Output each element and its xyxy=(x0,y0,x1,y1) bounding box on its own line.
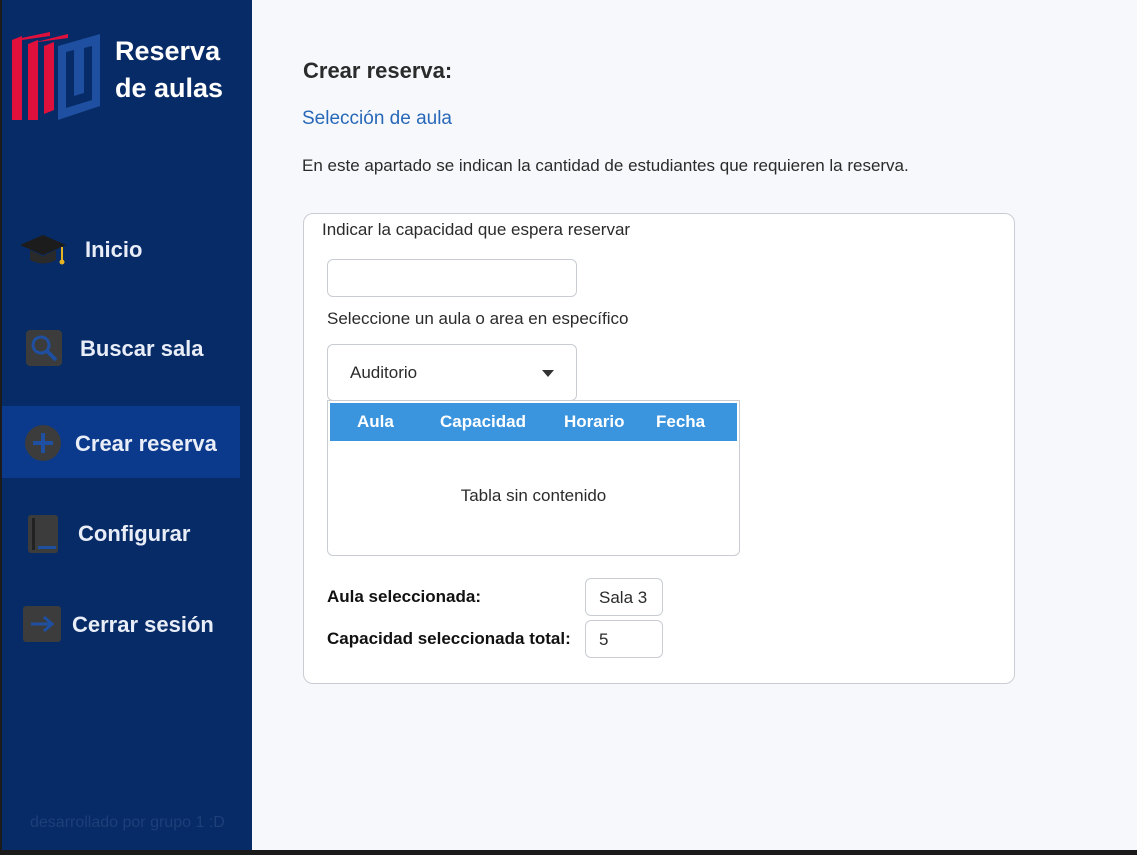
sidebar-item-label: Configurar xyxy=(78,521,191,546)
selected-room-value: Sala 3 xyxy=(585,578,663,616)
table-header: Aula Capacidad Horario Fecha xyxy=(330,403,737,441)
app-title-line-1: Reserva xyxy=(115,36,221,66)
sidebar-item-configurar[interactable]: Configurar xyxy=(2,496,240,568)
page-description: En este apartado se indican la cantidad … xyxy=(302,156,909,175)
selected-room-label: Aula seleccionada: xyxy=(327,587,482,606)
column-header-capacidad[interactable]: Capacidad xyxy=(440,412,526,432)
column-header-horario[interactable]: Horario xyxy=(564,412,624,432)
app-title: Reserva de aulas xyxy=(115,33,223,107)
page-title: Crear reserva: xyxy=(303,58,453,83)
book-icon xyxy=(28,515,58,553)
footer-credit: desarrollado por grupo 1 :D xyxy=(30,814,225,831)
room-select-value: Auditorio xyxy=(350,363,418,382)
app-logo xyxy=(12,32,100,120)
chevron-down-icon xyxy=(542,370,554,377)
sidebar-item-label: Cerrar sesión xyxy=(72,612,214,637)
plus-circle-icon xyxy=(25,425,61,461)
room-select-label: Seleccione un aula o area en específico xyxy=(327,309,629,328)
capacity-input[interactable] xyxy=(327,259,577,297)
section-link-seleccion-aula[interactable]: Selección de aula xyxy=(302,108,452,130)
sidebar-item-label: Buscar sala xyxy=(80,336,204,361)
sidebar-item-label: Inicio xyxy=(85,237,143,262)
logout-arrow-icon xyxy=(23,606,61,642)
sidebar-item-label: Crear reserva xyxy=(75,431,217,456)
selected-capacity-value: 5 xyxy=(585,620,663,658)
sidebar: Reserva de aulas Inicio Buscar sala Crea… xyxy=(2,0,252,850)
rooms-table: Aula Capacidad Horario Fecha Tabla sin c… xyxy=(327,400,740,556)
sidebar-item-inicio[interactable]: Inicio xyxy=(2,213,240,285)
graduation-cap-icon xyxy=(20,235,66,265)
app-title-line-2: de aulas xyxy=(115,73,224,103)
window-frame-bottom xyxy=(0,850,1137,855)
room-select-dropdown[interactable]: Auditorio xyxy=(327,344,577,401)
sidebar-item-buscar-sala[interactable]: Buscar sala xyxy=(2,312,240,384)
search-icon xyxy=(26,330,62,366)
sidebar-item-crear-reserva[interactable]: Crear reserva xyxy=(2,406,240,478)
column-header-fecha[interactable]: Fecha xyxy=(656,412,705,432)
capacity-label: Indicar la capacidad que espera reservar xyxy=(322,220,631,239)
table-empty-message: Tabla sin contenido xyxy=(460,486,607,505)
column-header-aula[interactable]: Aula xyxy=(357,412,394,432)
sidebar-item-cerrar-sesion[interactable]: Cerrar sesión xyxy=(2,587,240,659)
selected-capacity-label: Capacidad seleccionada total: xyxy=(327,629,571,648)
